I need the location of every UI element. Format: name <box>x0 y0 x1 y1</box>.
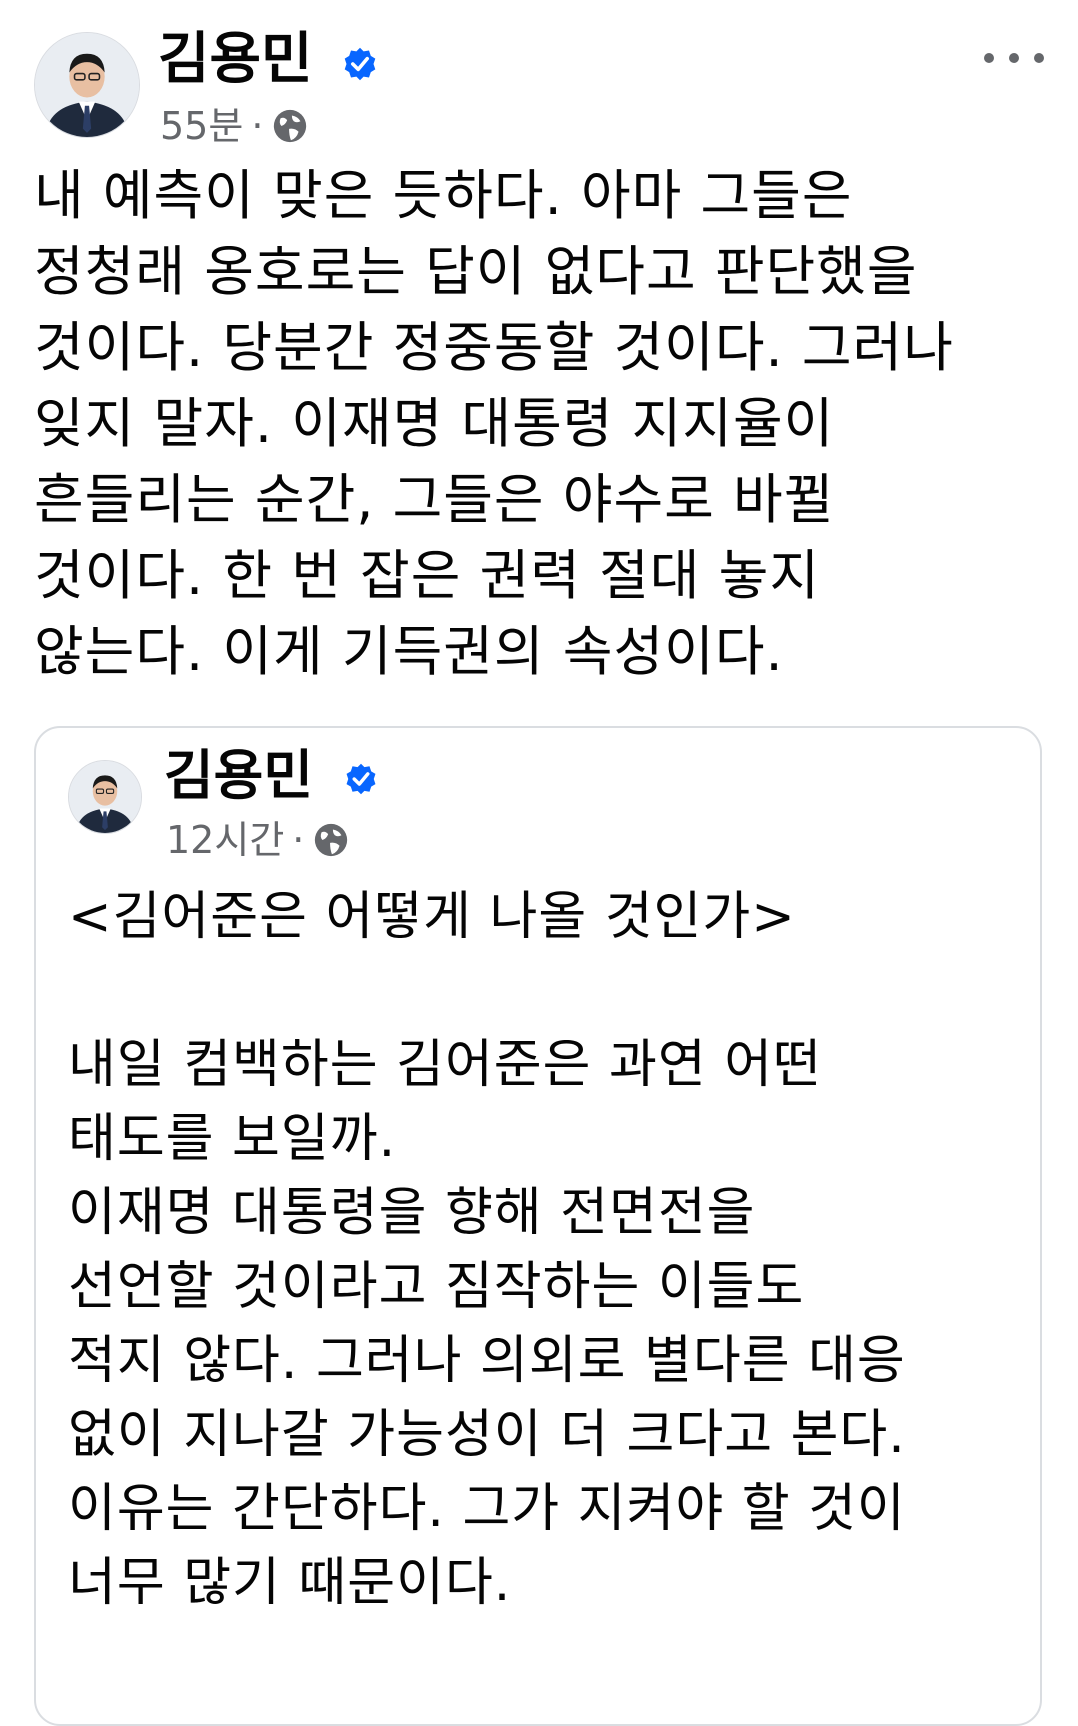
verified-badge-icon <box>346 763 376 795</box>
author-name[interactable]: 김용민 <box>158 28 313 92</box>
meta-separator: · <box>251 104 264 148</box>
avatar-photo <box>35 33 139 137</box>
post-header: 김용민 55분 · <box>34 28 1044 148</box>
more-dot <box>984 53 994 63</box>
post-timestamp[interactable]: 55분 <box>160 104 243 148</box>
post-meta: 55분 · <box>160 104 309 148</box>
more-options-icon[interactable] <box>984 38 1044 78</box>
avatar-photo <box>69 761 141 833</box>
shared-post-meta: 12시간 · <box>166 818 350 862</box>
globe-icon[interactable] <box>271 107 309 145</box>
shared-post-body-text: <김어준은 어떻게 나올 것인가> 내일 컴백하는 김어준은 과연 어떤 태도를… <box>68 887 906 1613</box>
globe-icon[interactable] <box>312 821 350 859</box>
more-dot <box>1034 53 1044 63</box>
shared-author-avatar[interactable] <box>68 760 142 834</box>
shared-post-card[interactable]: 김용민 12시간 · <김어준은 어떻게 나올 것인가> 내일 컴백하는 김어준은… <box>34 726 1042 1726</box>
more-dot <box>1009 53 1019 63</box>
shared-post-timestamp[interactable]: 12시간 <box>166 818 284 862</box>
meta-separator: · <box>292 818 305 862</box>
shared-author-name[interactable]: 김용민 <box>164 744 313 808</box>
verified-badge-icon <box>344 47 376 81</box>
post-body-text: 내 예측이 맞은 듯하다. 아마 그들은 정청래 옹호로는 답이 없다고 판단했… <box>34 164 954 683</box>
author-avatar[interactable] <box>34 32 140 138</box>
